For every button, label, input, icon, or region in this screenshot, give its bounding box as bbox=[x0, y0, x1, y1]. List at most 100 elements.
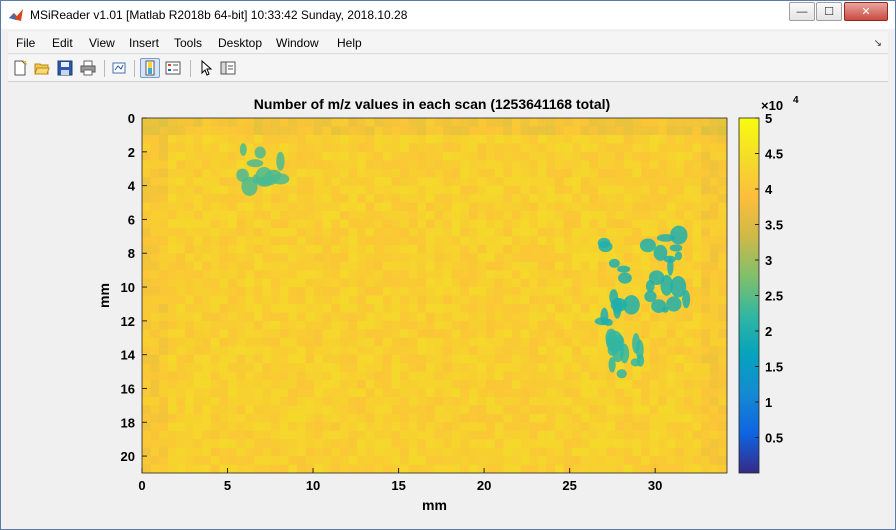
menu-window[interactable]: Window bbox=[276, 36, 319, 50]
heatmap-cell bbox=[623, 380, 633, 389]
heatmap-cell bbox=[400, 329, 409, 339]
figure-canvas[interactable]: Number of m/z values in each scan (12536… bbox=[8, 83, 888, 524]
heatmap-cell bbox=[167, 202, 177, 212]
heatmap-cell bbox=[477, 270, 487, 279]
heatmap-cell bbox=[537, 456, 547, 465]
heatmap-cell bbox=[701, 143, 711, 153]
heatmap-cell bbox=[357, 236, 366, 246]
heatmap-cell bbox=[640, 134, 650, 144]
heatmap-cell bbox=[494, 354, 504, 364]
heatmap-cell bbox=[589, 143, 599, 153]
menu-help[interactable]: Help bbox=[337, 36, 362, 50]
heatmap-cell bbox=[434, 413, 444, 423]
heatmap-cell bbox=[262, 295, 272, 305]
title-bar[interactable]: MSiReader v1.01 [Matlab R2018b 64-bit] 1… bbox=[1, 1, 895, 29]
heatmap-cell bbox=[150, 253, 160, 262]
heatmap-cell bbox=[279, 464, 289, 474]
heatmap-cell bbox=[425, 261, 435, 271]
heatmap-cell bbox=[228, 151, 237, 161]
menu-edit[interactable]: Edit bbox=[52, 36, 73, 50]
heatmap-cell bbox=[468, 202, 478, 212]
heatmap-cell bbox=[150, 210, 160, 220]
heatmap-cell bbox=[572, 194, 582, 203]
heatmap-cell bbox=[348, 303, 358, 313]
close-button[interactable]: ✕ bbox=[844, 2, 888, 21]
heatmap-cell bbox=[228, 118, 237, 127]
save-button[interactable] bbox=[55, 58, 75, 78]
heatmap-cell bbox=[632, 261, 642, 271]
heatmap-cell bbox=[701, 168, 711, 178]
heatmap-cell bbox=[374, 151, 384, 161]
link-plot-button[interactable] bbox=[109, 58, 129, 78]
app-window: MSiReader v1.01 [Matlab R2018b 64-bit] 1… bbox=[0, 0, 896, 530]
heatmap-cell bbox=[279, 413, 289, 423]
heatmap-cell bbox=[675, 413, 685, 423]
heatmap-cell bbox=[374, 202, 384, 212]
heatmap-cell bbox=[520, 337, 530, 347]
heatmap-cell bbox=[167, 329, 177, 339]
heatmap-spot bbox=[663, 255, 677, 263]
menu-file[interactable]: File bbox=[16, 36, 35, 50]
heatmap-cell bbox=[296, 143, 306, 153]
heatmap-cell bbox=[253, 236, 263, 246]
heatmap-cell bbox=[159, 439, 169, 448]
heatmap-cell bbox=[382, 244, 392, 254]
menu-tools[interactable]: Tools bbox=[174, 36, 202, 50]
maximize-button[interactable]: ☐ bbox=[816, 2, 842, 21]
heatmap-cell bbox=[563, 405, 573, 415]
heatmap-cell bbox=[245, 388, 255, 398]
minimize-button[interactable]: — bbox=[789, 2, 815, 21]
heatmap-cell bbox=[563, 151, 573, 161]
heatmap-cell bbox=[434, 244, 444, 254]
menu-view[interactable]: View bbox=[89, 36, 115, 50]
heatmap-cell bbox=[253, 210, 263, 220]
heatmap-cell bbox=[262, 261, 272, 271]
heatmap-cell bbox=[210, 396, 220, 406]
open-file-button[interactable] bbox=[32, 58, 52, 78]
heatmap-cell bbox=[296, 380, 306, 389]
heatmap-cell bbox=[365, 177, 375, 186]
heatmap-cell bbox=[167, 303, 177, 313]
heatmap-cell bbox=[606, 396, 616, 406]
heatmap-cell bbox=[142, 320, 151, 330]
heatmap-cell bbox=[580, 312, 590, 322]
heatmap-cell bbox=[623, 329, 633, 339]
legend-button[interactable] bbox=[163, 58, 183, 78]
menu-insert[interactable]: Insert bbox=[129, 36, 159, 50]
heatmap-cell bbox=[640, 227, 650, 237]
new-figure-button[interactable] bbox=[10, 58, 30, 78]
menu-desktop[interactable]: Desktop bbox=[218, 36, 262, 50]
heatmap-cell bbox=[477, 118, 487, 127]
heatmap-cell bbox=[219, 422, 229, 432]
heatmap-cell bbox=[460, 295, 470, 305]
heatmap-cell bbox=[305, 278, 315, 288]
heatmap-cell bbox=[701, 177, 711, 186]
heatmap-cell bbox=[572, 151, 582, 161]
heatmap-cell bbox=[486, 295, 496, 305]
heatmap-cell bbox=[640, 219, 650, 229]
edit-plot-button[interactable] bbox=[196, 58, 216, 78]
heatmap-cell bbox=[176, 456, 186, 465]
heatmap-cell bbox=[580, 118, 590, 127]
heatmap-cell bbox=[365, 388, 375, 398]
heatmap-cell bbox=[503, 320, 513, 330]
heatmap-cell bbox=[503, 354, 513, 364]
heatmap-chart[interactable]: Number of m/z values in each scan (12536… bbox=[8, 83, 888, 524]
heatmap-cell bbox=[632, 160, 642, 170]
heatmap-cell bbox=[417, 354, 427, 364]
heatmap-cell bbox=[245, 363, 255, 372]
colorbar-toggle-button[interactable] bbox=[140, 58, 160, 78]
heatmap-cell bbox=[185, 194, 194, 203]
print-button[interactable] bbox=[78, 58, 98, 78]
heatmap-cell bbox=[279, 202, 289, 212]
heatmap-cell bbox=[486, 177, 496, 186]
property-inspector-button[interactable] bbox=[218, 58, 238, 78]
heatmap-cell bbox=[339, 396, 349, 406]
heatmap-cell bbox=[339, 261, 349, 271]
heatmap-cell bbox=[675, 380, 685, 389]
heatmap-cell bbox=[202, 126, 212, 136]
heatmap-cell bbox=[563, 244, 573, 254]
heatmap-cell bbox=[546, 295, 556, 305]
dock-arrow-icon[interactable]: ↘ bbox=[874, 38, 882, 49]
heatmap-cell bbox=[658, 363, 668, 372]
